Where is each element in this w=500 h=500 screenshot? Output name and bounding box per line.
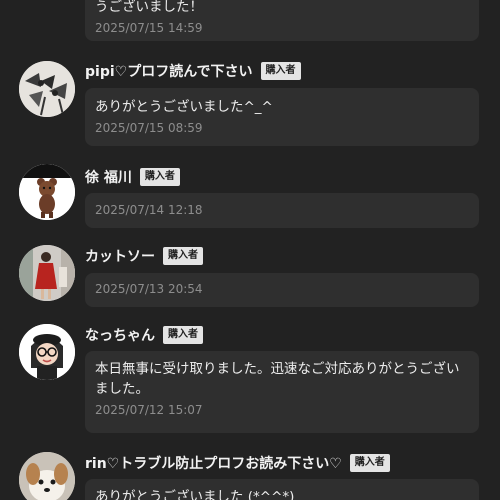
review-message: ありがとうございました^_^	[95, 99, 273, 115]
review-bubble: うございました！ 2025/07/15 14:59	[85, 0, 479, 41]
red-dress-avatar-icon	[19, 245, 75, 301]
review-bubble: ありがとうございました (*^^*)	[85, 479, 479, 500]
review-message: 本日無事に受け取りました。迅速なご対応ありがとうございました。	[95, 361, 460, 397]
review-date: 2025/07/12 15:07	[95, 403, 203, 417]
avatar[interactable]	[19, 324, 75, 380]
girl-with-glasses-avatar-icon	[19, 324, 75, 380]
avatar[interactable]	[19, 452, 75, 500]
review-date: 2025/07/15 08:59	[95, 121, 203, 135]
review-header: カットソー 購入者	[85, 245, 203, 267]
review-header: rin♡トラブル防止プロフお読み下さい♡ 購入者	[85, 452, 390, 474]
reviewer-name[interactable]: なっちゃん	[85, 325, 155, 345]
review-header: なっちゃん 購入者	[85, 324, 203, 346]
avatar[interactable]	[19, 61, 75, 117]
reviewer-name[interactable]: pipi♡プロフ読んで下さい	[85, 61, 253, 81]
buyer-badge: 購入者	[163, 247, 203, 265]
review-bubble: 2025/07/14 12:18	[85, 193, 479, 228]
review-bubble: 2025/07/13 20:54	[85, 273, 479, 307]
avatar[interactable]	[19, 245, 75, 301]
reviewer-name[interactable]: 徐 福川	[85, 167, 132, 187]
review-message: ありがとうございました (*^^*)	[95, 489, 295, 500]
review-date: 2025/07/15 14:59	[95, 21, 203, 35]
buyer-badge: 購入者	[139, 168, 180, 186]
review-date: 2025/07/13 20:54	[95, 282, 203, 296]
buyer-badge: 購入者	[163, 326, 203, 344]
buyer-badge: 購入者	[349, 454, 390, 472]
buyer-badge: 購入者	[260, 62, 301, 80]
review-message: うございました！	[95, 0, 203, 15]
review-bubble: ありがとうございました^_^ 2025/07/15 08:59	[85, 88, 479, 146]
avatar[interactable]	[19, 164, 75, 220]
review-feed: うございました！ 2025/07/15 14:59 pipi♡プロフ読んで下さい…	[0, 0, 500, 500]
reviewer-name[interactable]: rin♡トラブル防止プロフお読み下さい♡	[85, 453, 342, 473]
ribbon-bows-avatar-icon	[19, 61, 75, 117]
review-date: 2025/07/14 12:18	[95, 203, 203, 217]
reviewer-name[interactable]: カットソー	[85, 246, 155, 266]
review-bubble: 本日無事に受け取りました。迅速なご対応ありがとうございました。 2025/07/…	[85, 351, 479, 433]
teddy-bear-avatar-icon	[19, 164, 75, 220]
review-header: 徐 福川 購入者	[85, 166, 180, 188]
puppy-avatar-icon	[19, 452, 75, 500]
review-header: pipi♡プロフ読んで下さい 購入者	[85, 60, 301, 82]
